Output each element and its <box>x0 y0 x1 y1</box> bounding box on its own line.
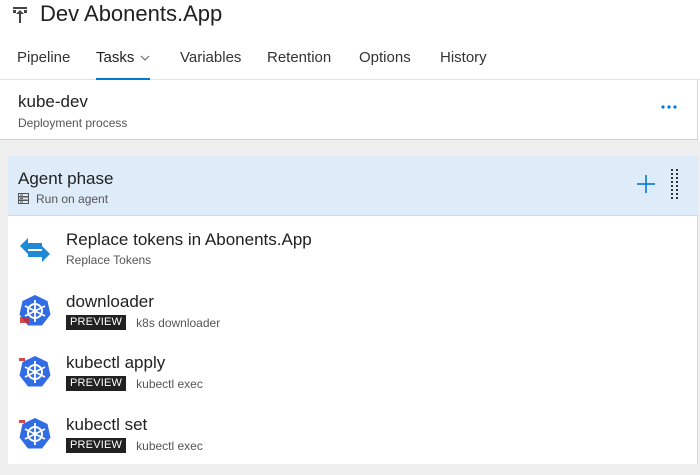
tab-tasks-label: Tasks <box>96 49 135 66</box>
tab-retention[interactable]: Retention <box>267 49 331 79</box>
add-task-icon[interactable] <box>636 174 656 194</box>
task-type: k8s downloader <box>136 315 221 330</box>
tab-bar: Pipeline Tasks Variables Retention Optio… <box>0 40 700 80</box>
release-pipeline-icon <box>13 7 27 23</box>
server-icon <box>18 193 29 204</box>
task-list-panel: Agent phase Run on agent Replace tokens … <box>8 156 698 464</box>
task-name: kubectl apply <box>66 353 166 372</box>
task-name: kubectl set <box>66 415 148 434</box>
task-subtitle: Replace Tokens <box>66 253 151 267</box>
phase-subtitle: Run on agent <box>36 192 109 206</box>
tab-pipeline[interactable]: Pipeline <box>17 49 70 79</box>
task-replace-tokens[interactable]: Replace tokens in Abonents.App Replace T… <box>8 230 698 290</box>
tab-options[interactable]: Options <box>359 49 411 79</box>
phase-title: Agent phase <box>18 169 114 188</box>
drag-handle-icon[interactable] <box>670 168 680 202</box>
kubernetes-icon <box>19 418 51 449</box>
chevron-down-icon <box>140 55 150 61</box>
tab-history[interactable]: History <box>440 49 487 79</box>
task-type: Replace Tokens <box>66 253 152 267</box>
task-name: downloader <box>66 292 154 311</box>
title-bar: Dev Abonents.App <box>0 0 700 34</box>
kubernetes-icon <box>19 356 51 387</box>
task-kubectl-set[interactable]: kubectl set PREVIEW kubectl exec <box>8 415 698 475</box>
task-kubectl-apply[interactable]: kubectl apply PREVIEW kubectl exec <box>8 353 698 413</box>
page-title: Dev Abonents.App <box>40 1 223 26</box>
task-type: kubectl exec <box>136 438 203 453</box>
kubernetes-icon <box>19 295 51 326</box>
task-downloader[interactable]: downloader PREVIEW k8s downloader <box>8 292 698 352</box>
preview-badge: PREVIEW <box>66 438 127 453</box>
task-subtitle: PREVIEW kubectl exec <box>66 376 203 391</box>
preview-badge: PREVIEW <box>66 376 127 391</box>
task-subtitle: PREVIEW k8s downloader <box>66 315 220 330</box>
tab-tasks[interactable]: Tasks <box>96 49 151 80</box>
task-type: kubectl exec <box>136 376 203 391</box>
replace-tokens-icon <box>20 238 50 262</box>
task-subtitle: PREVIEW kubectl exec <box>66 438 203 453</box>
environment-subtitle: Deployment process <box>18 116 128 130</box>
environment-name: kube-dev <box>18 92 88 111</box>
preview-badge: PREVIEW <box>66 315 127 330</box>
task-name: Replace tokens in Abonents.App <box>66 230 312 249</box>
environment-header[interactable]: kube-dev Deployment process <box>0 80 698 140</box>
agent-phase[interactable]: Agent phase Run on agent <box>8 156 698 216</box>
more-options-icon[interactable] <box>660 102 678 112</box>
tab-variables[interactable]: Variables <box>180 49 241 79</box>
